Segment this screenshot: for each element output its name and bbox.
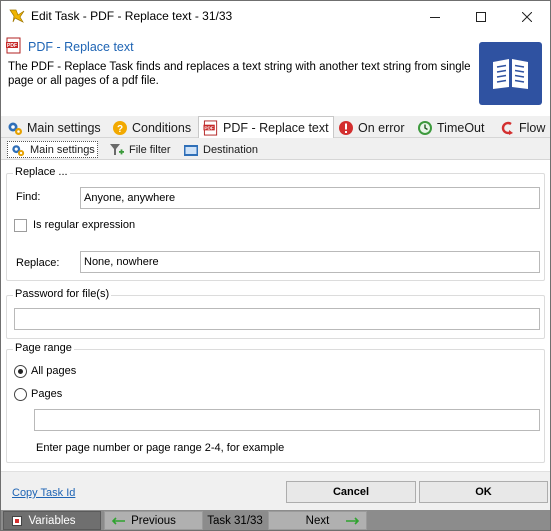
close-button[interactable]	[504, 1, 550, 32]
task-header: PDF PDF - Replace text The PDF - Replace…	[1, 32, 550, 116]
minimize-icon	[430, 16, 440, 18]
tab-label: TimeOut	[437, 121, 485, 135]
question-icon: ?	[113, 121, 127, 135]
variables-icon	[12, 516, 22, 526]
tab-label: Main settings	[27, 121, 101, 135]
svg-text:PDF: PDF	[7, 43, 17, 49]
previous-label: Previous	[131, 514, 176, 527]
folder-icon	[184, 144, 198, 156]
book-icon	[479, 42, 542, 105]
subtab-label: Main settings	[30, 143, 95, 156]
gears-icon	[8, 122, 22, 135]
replace-input[interactable]	[80, 251, 540, 273]
svg-text:PDF: PDF	[204, 125, 214, 130]
error-icon	[339, 121, 353, 135]
tab-label: On error	[358, 121, 405, 135]
tab-label: Flow	[519, 121, 546, 135]
window-title: Edit Task - PDF - Replace text - 31/33	[31, 9, 233, 23]
all-pages-radio[interactable]	[14, 365, 27, 378]
clock-icon	[418, 121, 432, 135]
arrow-right-icon	[346, 517, 360, 525]
subtab-main-settings[interactable]: Main settings	[7, 141, 98, 158]
tab-main-settings[interactable]: Main settings	[7, 118, 101, 138]
password-group-legend: Password for file(s)	[13, 288, 112, 300]
sub-tab-strip: Main settings File filter Destination	[1, 138, 550, 160]
settings-panel: Replace ... Find: Is regular expression …	[1, 160, 550, 471]
tab-on-error[interactable]: On error	[338, 118, 405, 138]
dialog-footer: Copy Task Id Cancel OK	[1, 471, 550, 511]
page-range-group-legend: Page range	[13, 342, 74, 354]
subtab-file-filter[interactable]: File filter	[109, 141, 171, 158]
ok-button[interactable]: OK	[419, 481, 548, 503]
cancel-button[interactable]: Cancel	[286, 481, 416, 503]
flow-icon	[501, 121, 513, 135]
tab-conditions[interactable]: ? Conditions	[112, 118, 191, 138]
subtab-label: File filter	[129, 143, 171, 156]
arrow-left-icon	[111, 517, 125, 525]
pages-label: Pages	[31, 388, 63, 400]
tab-pdf-replace-text[interactable]: PDF PDF - Replace text	[198, 116, 334, 139]
minimize-button[interactable]	[412, 1, 458, 32]
regex-label: Is regular expression	[33, 219, 136, 231]
task-counter: Task 31/33	[207, 514, 263, 527]
pdf-icon: PDF	[6, 37, 21, 54]
tab-flow[interactable]: Flow	[499, 118, 545, 138]
close-icon	[522, 11, 532, 22]
maximize-icon	[476, 11, 486, 22]
maximize-button[interactable]	[458, 1, 504, 32]
variables-button[interactable]: Variables	[3, 511, 101, 530]
password-input[interactable]	[14, 308, 540, 330]
previous-button[interactable]: Previous	[104, 511, 203, 530]
variables-label: Variables	[28, 514, 76, 527]
svg-text:?: ?	[117, 124, 123, 135]
all-pages-label: All pages	[31, 365, 77, 377]
replace-label: Replace:	[16, 257, 60, 269]
main-tab-strip: Main settings ? Conditions PDF PDF - Rep…	[1, 116, 550, 139]
pages-input[interactable]	[34, 409, 540, 431]
tab-label: PDF - Replace text	[223, 121, 329, 135]
replace-group-legend: Replace ...	[13, 166, 70, 178]
regex-checkbox[interactable]	[14, 219, 27, 232]
tab-timeout[interactable]: TimeOut	[417, 118, 484, 138]
subtab-label: Destination	[203, 143, 259, 156]
find-input[interactable]	[80, 187, 540, 209]
title-bar: Edit Task - PDF - Replace text - 31/33	[1, 1, 550, 32]
lightning-icon	[9, 9, 25, 23]
page-range-hint: Enter page number or page range 2-4, for…	[36, 442, 285, 454]
copy-task-id-link[interactable]: Copy Task Id	[12, 487, 75, 499]
next-button[interactable]: Next	[268, 511, 367, 530]
edit-task-window: Edit Task - PDF - Replace text - 31/33 P…	[0, 0, 551, 531]
gears-icon	[12, 144, 25, 156]
tab-label: Conditions	[132, 121, 192, 135]
pdf-icon: PDF	[203, 120, 218, 136]
status-bar: Variables Previous Task 31/33 Next	[1, 510, 550, 530]
filter-icon	[110, 143, 124, 155]
header-title: PDF - Replace text	[28, 40, 134, 54]
subtab-destination[interactable]: Destination	[183, 141, 258, 158]
pages-radio[interactable]	[14, 388, 27, 401]
find-label: Find:	[16, 191, 41, 203]
next-label: Next	[305, 514, 330, 527]
header-description: The PDF - Replace Task finds and replace…	[8, 61, 471, 87]
